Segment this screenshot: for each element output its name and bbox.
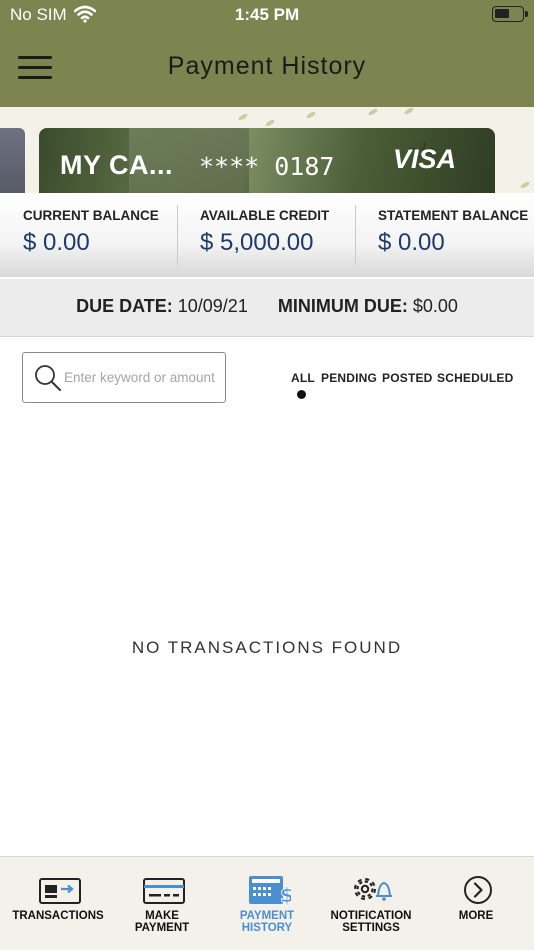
minimum-due-value: $0.00	[412, 296, 458, 316]
bottom-nav: TRANSACTIONS MAKE PAYMENT $ PAYMENT HIST…	[0, 856, 534, 950]
nav-make-payment-label-1: MAKE	[145, 910, 179, 922]
filter-pending[interactable]: PENDING	[321, 371, 377, 385]
statement-balance-label: STATEMENT BALANCE	[378, 208, 529, 223]
visa-logo: VISA	[393, 144, 457, 174]
status-bar: No SIM 1:45 PM	[0, 0, 534, 30]
make-payment-icon	[143, 878, 185, 904]
nav-notification-label-2: SETTINGS	[342, 922, 400, 934]
nav-notification-label-1: NOTIFICATION	[330, 910, 412, 922]
nav-notification-settings[interactable]: NOTIFICATION SETTINGS	[318, 857, 424, 950]
nav-make-payment-label-2: PAYMENT	[134, 922, 190, 934]
statement-balance-value: $ 0.00	[378, 229, 445, 256]
nav-transactions[interactable]: TRANSACTIONS	[5, 857, 111, 950]
divider	[177, 205, 178, 265]
due-date-value: 10/09/21	[177, 296, 248, 316]
card-name: MY CA...	[60, 150, 174, 180]
selected-filter-indicator	[297, 390, 306, 399]
balance-summary: CURRENT BALANCE $ 0.00 AVAILABLE CREDIT …	[0, 193, 534, 277]
empty-state-message: NO TRANSACTIONS FOUND	[131, 638, 403, 657]
current-balance-value: $ 0.00	[23, 229, 90, 256]
gear-bell-icon	[354, 878, 392, 901]
clock: 1:45 PM	[234, 5, 300, 24]
transactions-icon	[39, 878, 81, 904]
nav-payment-history[interactable]: $ PAYMENT HISTORY	[214, 857, 320, 950]
divider	[355, 205, 356, 265]
credit-card[interactable]: rds MY CA... **** 0187 VISA	[39, 128, 495, 193]
available-credit-label: AVAILABLE CREDIT	[200, 208, 330, 223]
app-header: No SIM 1:45 PM Payment History	[0, 0, 534, 107]
previous-card[interactable]	[0, 128, 25, 193]
filter-scheduled[interactable]: SCHEDULED	[437, 371, 513, 385]
nav-more-label: MORE	[458, 910, 494, 922]
card-carousel[interactable]: rds MY CA... **** 0187 VISA	[0, 107, 534, 193]
svg-text:$: $	[280, 883, 291, 906]
available-credit-value: $ 5,000.00	[200, 229, 314, 256]
nav-payment-history-label-1: PAYMENT	[239, 910, 295, 922]
payment-history-icon: $	[249, 876, 291, 906]
page-title: Payment History	[167, 52, 367, 80]
due-date-label: DUE DATE:	[76, 296, 173, 316]
filter-tabs: ALL PENDING POSTED SCHEDULED	[0, 371, 534, 401]
filter-all[interactable]: ALL	[291, 371, 315, 385]
minimum-due-label: MINIMUM DUE:	[277, 296, 408, 316]
battery-icon	[492, 6, 528, 22]
current-balance-label: CURRENT BALANCE	[23, 208, 159, 223]
nav-payment-history-label-2: HISTORY	[241, 922, 293, 934]
nav-more[interactable]: MORE	[423, 857, 529, 950]
nav-transactions-label: TRANSACTIONS	[12, 910, 104, 922]
card-number: **** 0187	[199, 152, 335, 181]
nav-make-payment[interactable]: MAKE PAYMENT	[109, 857, 215, 950]
chevron-right-circle-icon	[464, 876, 492, 904]
due-summary: DUE DATE: 10/09/21 MINIMUM DUE: $0.00	[0, 279, 534, 337]
filter-posted[interactable]: POSTED	[382, 371, 433, 385]
